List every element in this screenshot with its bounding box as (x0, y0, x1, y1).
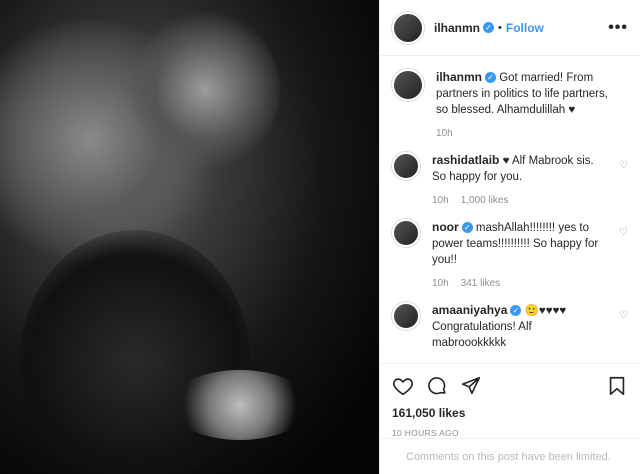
share-icon[interactable] (460, 375, 482, 397)
caption-time[interactable]: 10h (436, 128, 453, 139)
avatar[interactable] (392, 11, 424, 44)
heart-icon[interactable] (392, 375, 414, 397)
comments-list[interactable]: ilhanmn ✓ Got married! From partners in p… (380, 57, 640, 362)
comment-like-icon[interactable]: ♡ (619, 310, 628, 321)
header-username[interactable]: ilhanmn (434, 21, 480, 35)
comment-username[interactable]: rashidatlaib (432, 153, 499, 167)
comments-limited-notice: Comments on this post have been limited. (380, 438, 640, 474)
verified-icon: ✓ (483, 22, 495, 33)
instagram-post: ilhanmn ✓ • Follow ••• ilhanmn ✓ Got marr… (0, 0, 640, 474)
post-header: ilhanmn ✓ • Follow ••• (380, 0, 640, 56)
comment-username[interactable]: amaaniyahya (432, 303, 507, 317)
photo-hands (170, 370, 310, 440)
post-sidebar: ilhanmn ✓ • Follow ••• ilhanmn ✓ Got marr… (379, 0, 640, 474)
verified-icon: ✓ (510, 305, 522, 317)
separator: • (498, 21, 502, 34)
comment-like-icon[interactable]: ♡ (619, 227, 628, 238)
post-timestamp[interactable]: 10 HOURS AGO (392, 428, 628, 438)
post-photo[interactable] (0, 0, 379, 474)
verified-icon: ✓ (461, 222, 473, 234)
caption-username[interactable]: ilhanmn (436, 70, 482, 84)
avatar[interactable] (392, 152, 420, 180)
avatar[interactable] (392, 302, 420, 330)
more-options-icon[interactable]: ••• (608, 19, 628, 37)
photo-figure-right (130, 10, 280, 170)
follow-button[interactable]: Follow (506, 21, 544, 35)
comment-time[interactable]: 10h (432, 195, 449, 206)
comment-icon[interactable] (426, 375, 448, 397)
list-item: noor ✓ mashAllah!!!!!!!! yes to power tea… (392, 219, 628, 292)
comment-like-icon[interactable]: ♡ (619, 160, 628, 171)
caption: ilhanmn ✓ Got married! From partners in p… (392, 69, 628, 142)
avatar[interactable] (392, 219, 420, 247)
list-item: amaaniyahya ✓ 🙂♥♥♥♥ Congratulations! Alf … (392, 302, 628, 351)
avatar[interactable] (392, 69, 424, 101)
list-item: rashidatlaib ♥ Alf Mabrook sis. So happy… (392, 152, 628, 209)
comment-username[interactable]: noor (432, 220, 459, 234)
verified-icon: ✓ (485, 72, 497, 84)
bookmark-icon[interactable] (606, 375, 628, 397)
comment-likes[interactable]: 1,000 likes (461, 195, 509, 206)
post-actions: 161,050 likes 10 HOURS AGO (380, 363, 640, 438)
comment-likes[interactable]: 341 likes (461, 278, 500, 289)
likes-count[interactable]: 161,050 likes (392, 406, 628, 420)
comment-time[interactable]: 10h (432, 278, 449, 289)
